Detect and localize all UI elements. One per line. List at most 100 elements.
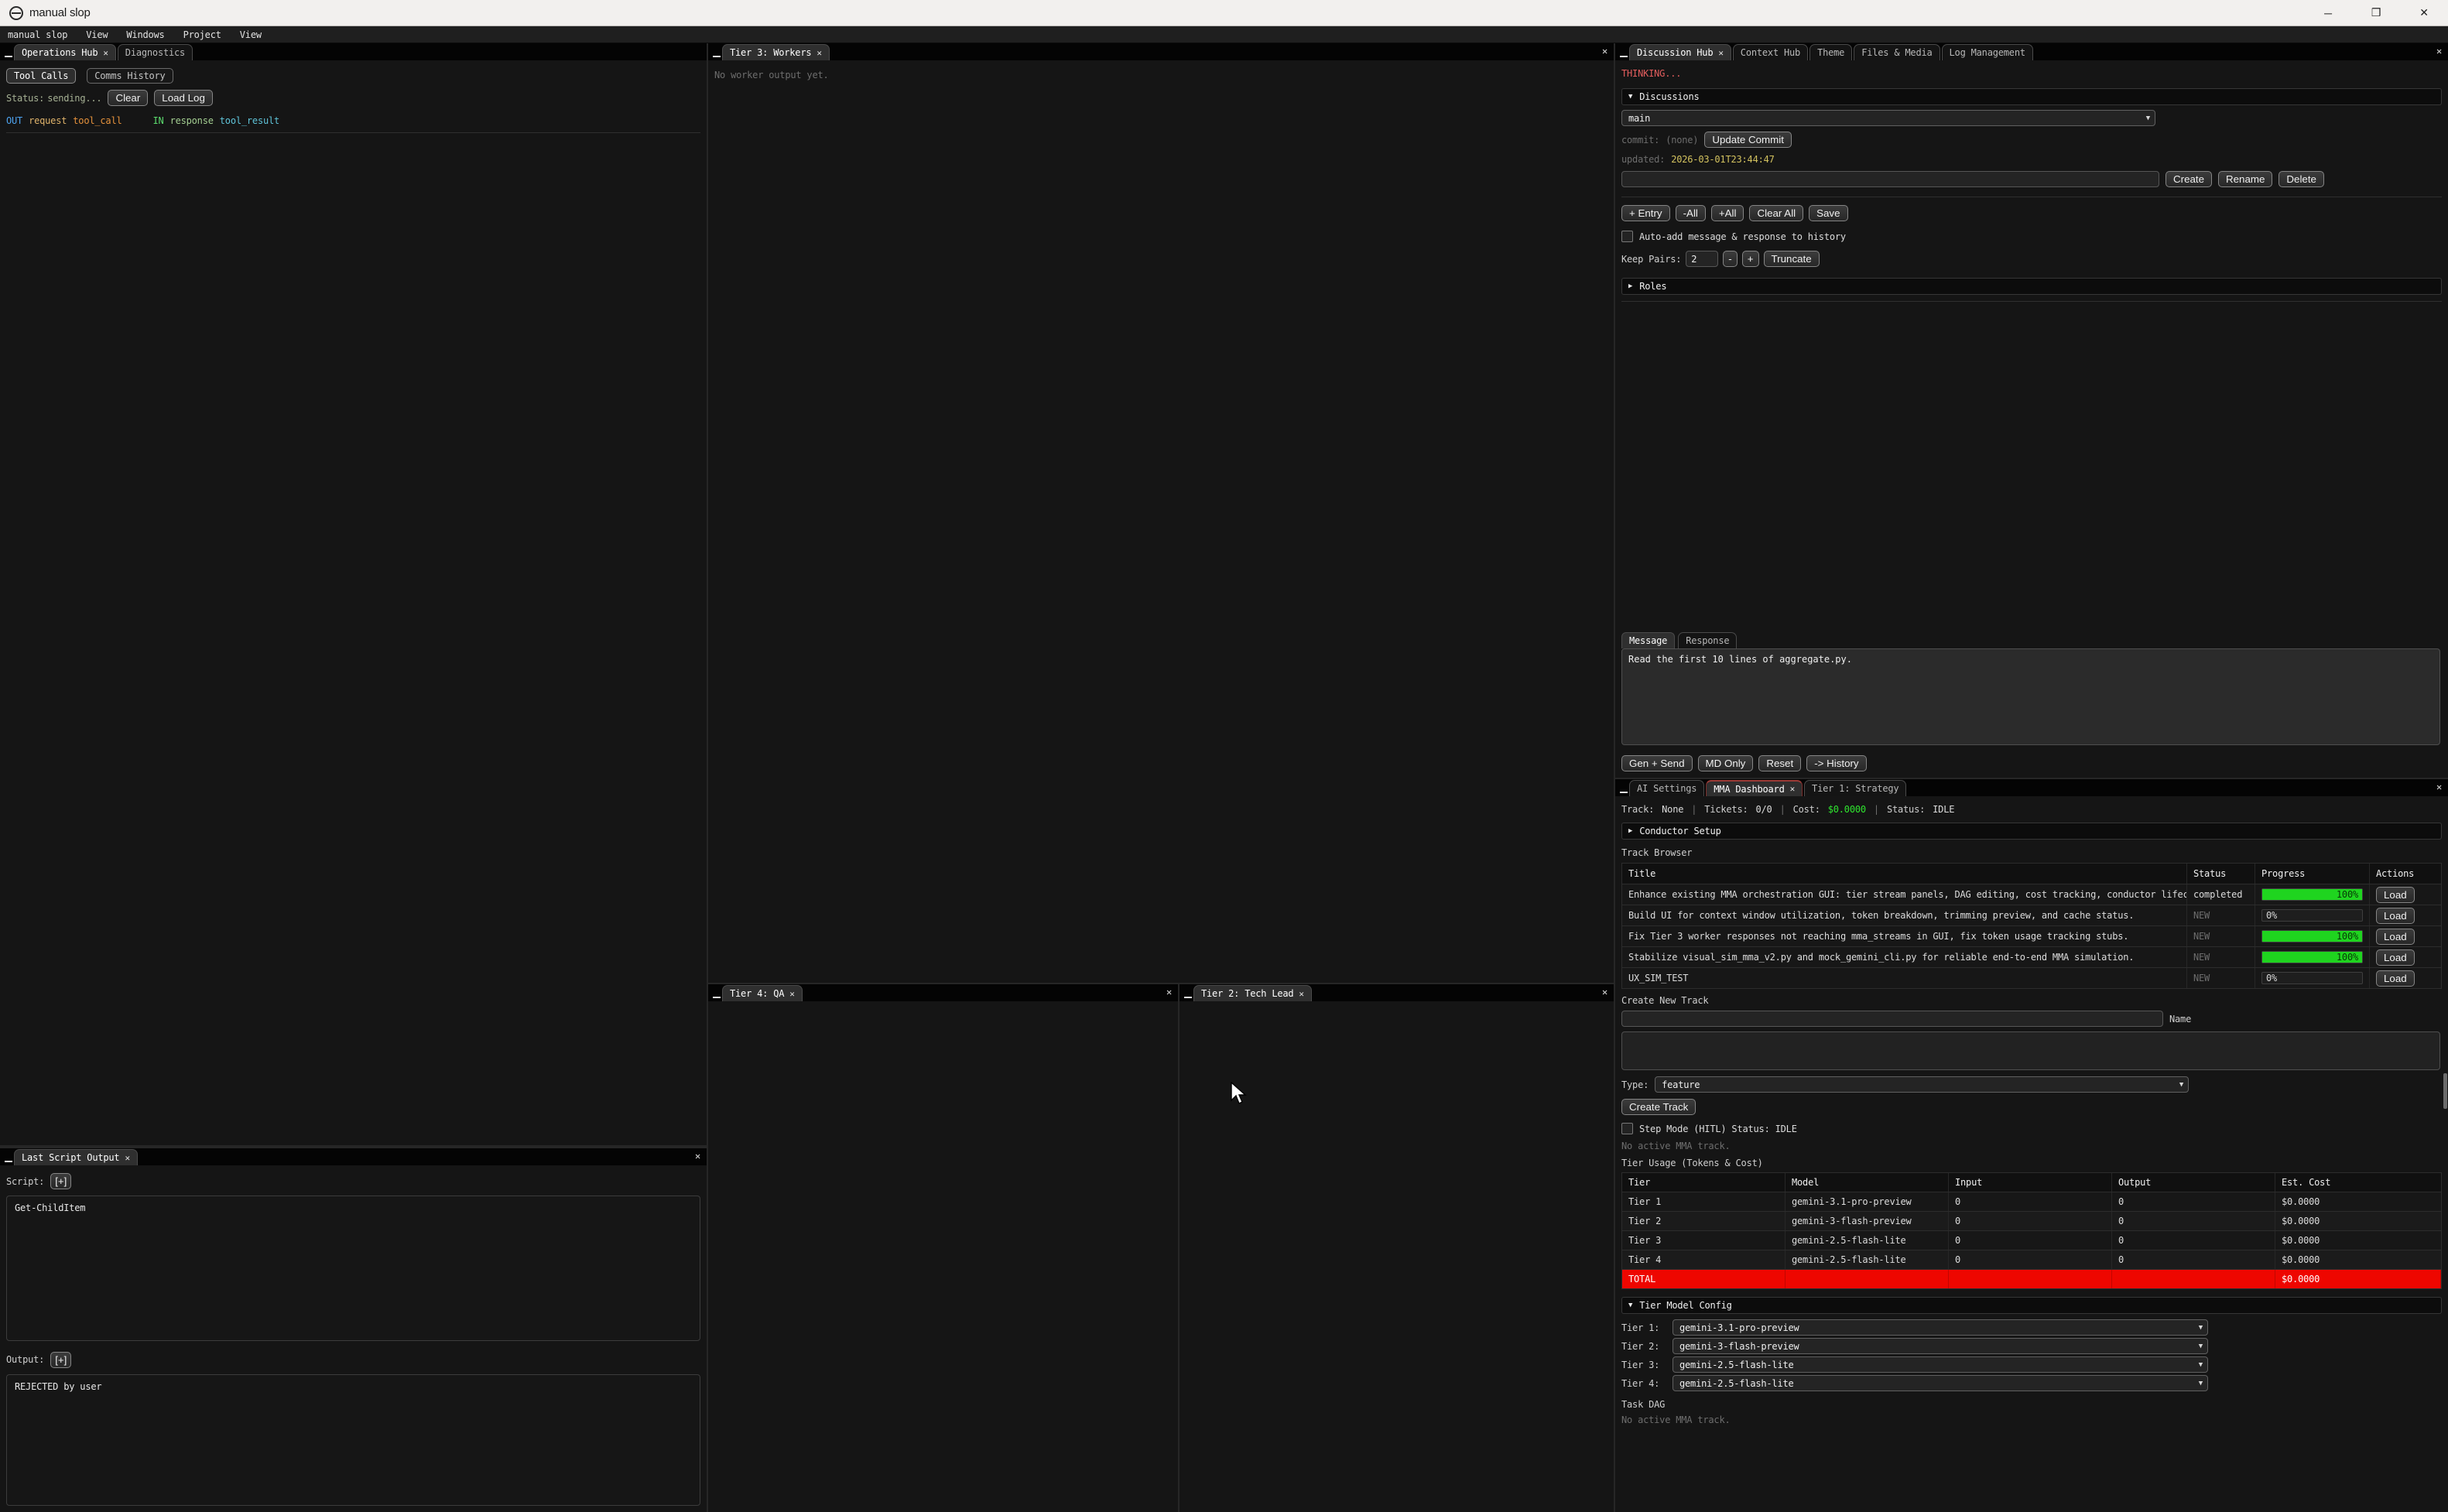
panel-close-icon[interactable]: ✕: [695, 1151, 700, 1161]
script-strip: Last Script Output ✕ ✕: [0, 1148, 707, 1165]
to-history-button[interactable]: -> History: [1806, 755, 1866, 771]
script-text-box[interactable]: Get-ChildItem: [6, 1196, 700, 1341]
menu-item-project[interactable]: Project: [183, 29, 221, 40]
maximize-icon[interactable]: ❒: [2352, 0, 2400, 26]
load-track-button[interactable]: Load: [2376, 887, 2415, 903]
tab-context-hub[interactable]: Context Hub: [1733, 44, 1808, 60]
window-title: manual slop: [29, 6, 91, 19]
tab-tier4-qa[interactable]: Tier 4: QA ✕: [722, 985, 803, 1001]
tier4-model-select[interactable]: gemini-2.5-flash-lite ▼: [1673, 1375, 2208, 1391]
menu-item-view2[interactable]: View: [240, 29, 262, 40]
track-row[interactable]: Stabilize visual_sim_mma_v2.py and mock_…: [1622, 947, 2441, 968]
autoadd-checkbox[interactable]: [1621, 231, 1633, 242]
truncate-button[interactable]: Truncate: [1764, 251, 1820, 267]
tab-close-icon[interactable]: ✕: [1790, 784, 1795, 794]
tab-log-management[interactable]: Log Management: [1942, 44, 2033, 60]
load-track-button[interactable]: Load: [2376, 949, 2415, 966]
subtab-tool-calls[interactable]: Tool Calls: [6, 68, 76, 84]
progress-bar: 100%: [2261, 930, 2363, 942]
update-commit-button[interactable]: Update Commit: [1704, 132, 1792, 148]
discussion-name-input[interactable]: [1621, 171, 2159, 187]
tab-close-icon[interactable]: ✕: [1299, 989, 1303, 999]
progress-bar: 100%: [2261, 888, 2363, 901]
step-mode-checkbox[interactable]: [1621, 1123, 1633, 1134]
clear-all-button[interactable]: Clear All: [1749, 205, 1803, 221]
track-row[interactable]: Fix Tier 3 worker responses not reaching…: [1622, 926, 2441, 947]
discussion-select[interactable]: main ▼: [1621, 110, 2155, 126]
md-only-button[interactable]: MD Only: [1698, 755, 1754, 771]
close-icon[interactable]: ✕: [2400, 0, 2448, 26]
discussions-header[interactable]: ▼ Discussions: [1621, 88, 2442, 105]
tab-close-icon[interactable]: ✕: [817, 48, 821, 58]
keep-pairs-input[interactable]: [1686, 251, 1718, 267]
panel-close-icon[interactable]: ✕: [1166, 987, 1172, 997]
tier1-model-select[interactable]: gemini-3.1-pro-preview ▼: [1673, 1319, 2208, 1336]
scrollbar-thumb[interactable]: [2443, 1073, 2447, 1109]
minimize-icon[interactable]: ─: [2304, 0, 2352, 26]
gen-send-button[interactable]: Gen + Send: [1621, 755, 1693, 771]
collapsed-icon: ▶: [1628, 282, 1632, 290]
tier-model-config-header[interactable]: ▼ Tier Model Config: [1621, 1297, 2442, 1314]
collapse-all-button[interactable]: -All: [1676, 205, 1706, 221]
tab-diagnostics[interactable]: Diagnostics: [118, 44, 193, 60]
tier2-model-select[interactable]: gemini-3-flash-preview ▼: [1673, 1338, 2208, 1354]
tab-close-icon[interactable]: ✕: [103, 48, 108, 58]
tab-theme[interactable]: Theme: [1809, 44, 1852, 60]
tab-close-icon[interactable]: ✕: [789, 989, 794, 999]
clear-button[interactable]: Clear: [108, 90, 148, 106]
tab-mma-dashboard[interactable]: MMA Dashboard ✕: [1706, 780, 1803, 796]
track-row[interactable]: UX_SIM_TEST NEW 0% Load: [1622, 968, 2441, 989]
keep-pairs-plus-button[interactable]: +: [1742, 251, 1759, 267]
load-track-button[interactable]: Load: [2376, 908, 2415, 924]
create-button[interactable]: Create: [2166, 171, 2212, 187]
menu-item-windows[interactable]: Windows: [126, 29, 164, 40]
rename-button[interactable]: Rename: [2218, 171, 2272, 187]
tab-discussion-hub[interactable]: Discussion Hub ✕: [1629, 44, 1731, 60]
add-entry-button[interactable]: + Entry: [1621, 205, 1670, 221]
track-name-input[interactable]: [1621, 1011, 2163, 1027]
save-button[interactable]: Save: [1809, 205, 1847, 221]
load-track-button[interactable]: Load: [2376, 970, 2415, 987]
tab-response[interactable]: Response: [1678, 632, 1737, 648]
track-type-select[interactable]: feature ▼: [1655, 1076, 2189, 1093]
output-expand-button[interactable]: [+]: [50, 1352, 71, 1368]
tier3-config-label: Tier 3:: [1621, 1360, 1666, 1370]
tier2-config-label: Tier 2:: [1621, 1341, 1666, 1352]
no-active-track-text: No active MMA track.: [1621, 1141, 1731, 1151]
menu-item-app[interactable]: manual slop: [8, 29, 67, 40]
panel-close-icon[interactable]: ✕: [2436, 782, 2442, 792]
tab-tier3-workers[interactable]: Tier 3: Workers ✕: [722, 44, 830, 60]
tab-ai-settings[interactable]: AI Settings: [1629, 780, 1704, 796]
menu-item-view[interactable]: View: [86, 29, 108, 40]
track-description-textarea[interactable]: [1621, 1031, 2440, 1070]
tab-close-icon[interactable]: ✕: [125, 1153, 129, 1163]
tab-operations-hub[interactable]: Operations Hub ✕: [14, 44, 116, 60]
tab-last-script-output[interactable]: Last Script Output ✕: [14, 1149, 138, 1165]
load-log-button[interactable]: Load Log: [154, 90, 213, 106]
tab-message[interactable]: Message: [1621, 632, 1675, 648]
keep-pairs-minus-button[interactable]: -: [1723, 251, 1737, 267]
expand-all-button[interactable]: +All: [1711, 205, 1744, 221]
delete-button[interactable]: Delete: [2279, 171, 2324, 187]
load-track-button[interactable]: Load: [2376, 929, 2415, 945]
panel-close-icon[interactable]: ✕: [1602, 987, 1607, 997]
roles-header[interactable]: ▶ Roles: [1621, 278, 2442, 295]
tab-files-media[interactable]: Files & Media: [1854, 44, 1940, 60]
create-track-button[interactable]: Create Track: [1621, 1099, 1696, 1115]
panel-close-icon[interactable]: ✕: [1602, 46, 1607, 56]
tab-tier1-strategy[interactable]: Tier 1: Strategy: [1804, 780, 1906, 796]
track-row[interactable]: Build UI for context window utilization,…: [1622, 905, 2441, 926]
reset-button[interactable]: Reset: [1758, 755, 1801, 771]
conductor-setup-header[interactable]: ▶ Conductor Setup: [1621, 823, 2442, 840]
message-textarea[interactable]: Read the first 10 lines of aggregate.py.: [1621, 648, 2440, 745]
output-text-box[interactable]: REJECTED by user: [6, 1374, 700, 1506]
tier3-model-select[interactable]: gemini-2.5-flash-lite ▼: [1673, 1356, 2208, 1373]
tab-close-icon[interactable]: ✕: [1718, 48, 1723, 58]
app-icon: [9, 6, 23, 20]
panel-close-icon[interactable]: ✕: [2436, 46, 2442, 56]
tab-tier2-techlead[interactable]: Tier 2: Tech Lead ✕: [1193, 985, 1312, 1001]
script-expand-button[interactable]: [+]: [50, 1173, 71, 1189]
subtab-comms-history[interactable]: Comms History: [87, 68, 173, 84]
window-controls: ─ ❒ ✕: [2304, 0, 2448, 26]
track-row[interactable]: Enhance existing MMA orchestration GUI: …: [1622, 884, 2441, 905]
